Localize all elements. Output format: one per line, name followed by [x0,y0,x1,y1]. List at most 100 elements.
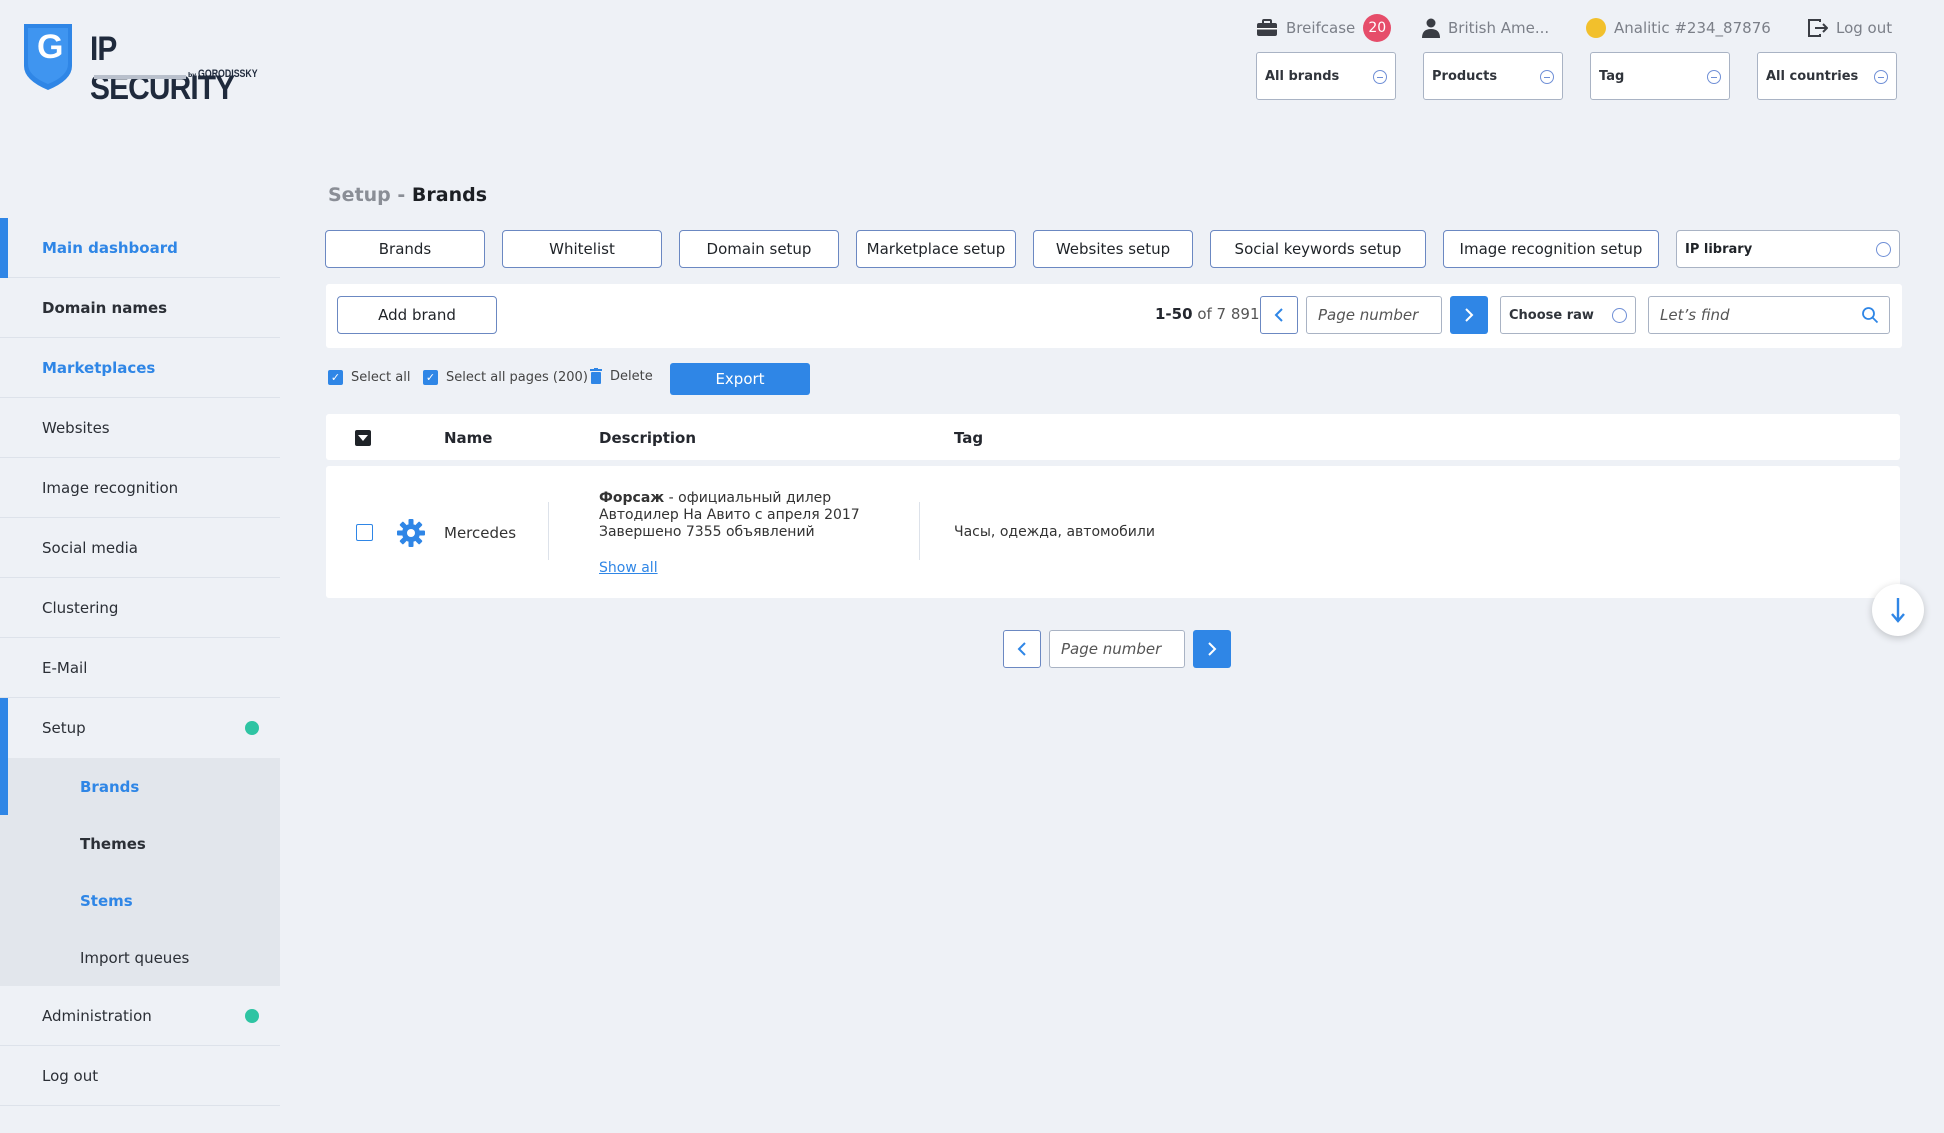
filter-label: All brands [1265,68,1340,84]
description-subtitle: - официальный дилер [664,490,832,506]
sidebar-subitem-label: Brands [80,777,140,796]
table-row: Mercedes Форсаж - официальный дилер Авто… [326,466,1900,598]
logo-by: by [188,72,197,79]
chevron-down-icon [1876,242,1891,257]
tab-social-keywords-setup[interactable]: Social keywords setup [1210,230,1426,268]
column-header-tag[interactable]: Tag [954,429,983,447]
next-page-button[interactable] [1450,296,1488,334]
gear-icon[interactable] [396,518,426,548]
sidebar-item-label: Main dashboard [42,238,178,257]
bottom-next-page-button[interactable] [1193,630,1231,668]
chevron-left-icon [1017,642,1026,656]
breadcrumb-parent[interactable]: Setup - [328,184,412,206]
show-all-link[interactable]: Show all [599,560,658,576]
column-header-description[interactable]: Description [599,429,696,447]
top-bar: Breifcase 20 British Ame... Analitic #23… [0,14,1944,42]
tab-brands[interactable]: Brands [325,230,485,268]
breadcrumb: Setup - Brands [328,184,487,206]
header-select-checkbox[interactable] [355,430,371,446]
setup-status-icon [245,721,259,735]
sidebar-subitem-themes[interactable]: Themes [0,815,280,872]
sidebar-subitem-import-queues[interactable]: Import queues [0,929,280,986]
user-menu[interactable]: British Ame... [1422,16,1549,40]
tab-whitelist[interactable]: Whitelist [502,230,662,268]
chevron-left-icon [1274,308,1283,322]
row-description: Форсаж - официальный дилер Автодилер На … [599,490,860,541]
sidebar-item-email[interactable]: E-Mail [0,638,280,698]
filter-all-countries[interactable]: All countries [1757,52,1897,100]
sidebar-subitem-brands[interactable]: Brands [0,758,280,815]
sidebar-subitem-stems[interactable]: Stems [0,872,280,929]
sidebar-item-label: Setup [42,719,86,737]
sidebar-item-label: Log out [42,1066,99,1085]
breadcrumb-current: Brands [411,184,488,206]
sidebar-item-administration[interactable]: Administration [0,986,280,1046]
bottom-page-number-input[interactable]: Page number [1049,630,1185,668]
select-all-checkbox[interactable]: ✓ Select all [328,370,410,385]
sidebar-item-label: Clustering [42,598,119,617]
sidebar-item-image-recognition[interactable]: Image recognition [0,458,280,518]
sidebar-item-clustering[interactable]: Clustering [0,578,280,638]
logout-top-label: Log out [1836,19,1893,37]
filter-label: Tag [1599,68,1625,84]
sidebar-subitem-label: Stems [80,891,133,910]
sidebar-item-setup[interactable]: Setup [0,698,280,758]
logout-top-button[interactable]: Log out [1808,16,1892,40]
pagination-summary: 1-50 of 7 891 [1155,305,1260,323]
briefcase-label: Breifcase [1286,19,1356,37]
sidebar-item-logout[interactable]: Log out [0,1046,280,1106]
bottom-prev-page-button[interactable] [1003,630,1041,668]
logout-icon [1808,19,1828,37]
administration-status-icon [245,1009,259,1023]
analytic-label: Analitic #234_87876 [1614,19,1771,37]
tab-domain-setup[interactable]: Domain setup [679,230,839,268]
range-total: of 7 891 [1197,305,1260,323]
tab-label: Whitelist [549,240,615,258]
column-header-name[interactable]: Name [444,429,492,447]
choose-raw-select[interactable]: Choose raw [1500,296,1636,334]
sidebar-item-websites[interactable]: Websites [0,398,280,458]
tab-image-recognition-setup[interactable]: Image recognition setup [1443,230,1659,268]
sidebar-item-label: Image recognition [42,478,179,497]
search-placeholder: Let’s find [1660,306,1730,324]
sidebar-item-social-media[interactable]: Social media [0,518,280,578]
sidebar-item-marketplaces[interactable]: Marketplaces [0,338,280,398]
delete-label: Delete [610,368,653,384]
scroll-down-button[interactable] [1872,584,1924,636]
logo-underline [94,75,186,79]
prev-page-button[interactable] [1260,296,1298,334]
tab-marketplace-setup[interactable]: Marketplace setup [856,230,1016,268]
row-checkbox[interactable] [356,524,373,541]
search-input[interactable]: Let’s find [1648,296,1890,334]
range-value: 1-50 [1155,305,1193,323]
export-label: Export [715,370,765,388]
export-button[interactable]: Export [670,363,810,395]
filter-all-brands[interactable]: All brands [1256,52,1396,100]
add-brand-label: Add brand [378,306,456,324]
filter-tag[interactable]: Tag [1590,52,1730,100]
sidebar-item-domain-names[interactable]: Domain names [0,278,280,338]
tab-label: Marketplace setup [866,240,1006,258]
sidebar-item-main-dashboard[interactable]: Main dashboard [0,218,280,278]
column-divider [919,502,920,560]
ip-library-select[interactable]: IP library [1676,230,1900,268]
add-brand-button[interactable]: Add brand [337,296,497,334]
chevron-right-icon [1208,642,1217,656]
search-icon[interactable] [1861,306,1879,324]
briefcase-count-badge: 20 [1363,14,1392,42]
delete-button[interactable]: Delete [590,368,653,384]
sidebar-submenu-setup: Brands Themes Stems Import queues [0,758,280,986]
select-all-pages-checkbox[interactable]: ✓ Select all pages (200) [423,370,588,385]
column-divider [548,502,549,560]
select-all-pages-label: Select all pages (200) [446,370,588,385]
page-number-input[interactable]: Page number [1306,296,1442,334]
analytic-menu[interactable]: Analitic #234_87876 [1586,16,1771,40]
sidebar-item-label: E-Mail [42,658,88,677]
filter-products[interactable]: Products [1423,52,1563,100]
analytic-status-icon [1586,18,1606,38]
tab-websites-setup[interactable]: Websites setup [1033,230,1193,268]
sidebar-subitem-label: Themes [80,834,146,853]
briefcase-button[interactable]: Breifcase 20 [1256,14,1392,42]
choose-raw-label: Choose raw [1509,307,1594,323]
checkmark-icon: ✓ [328,370,343,385]
